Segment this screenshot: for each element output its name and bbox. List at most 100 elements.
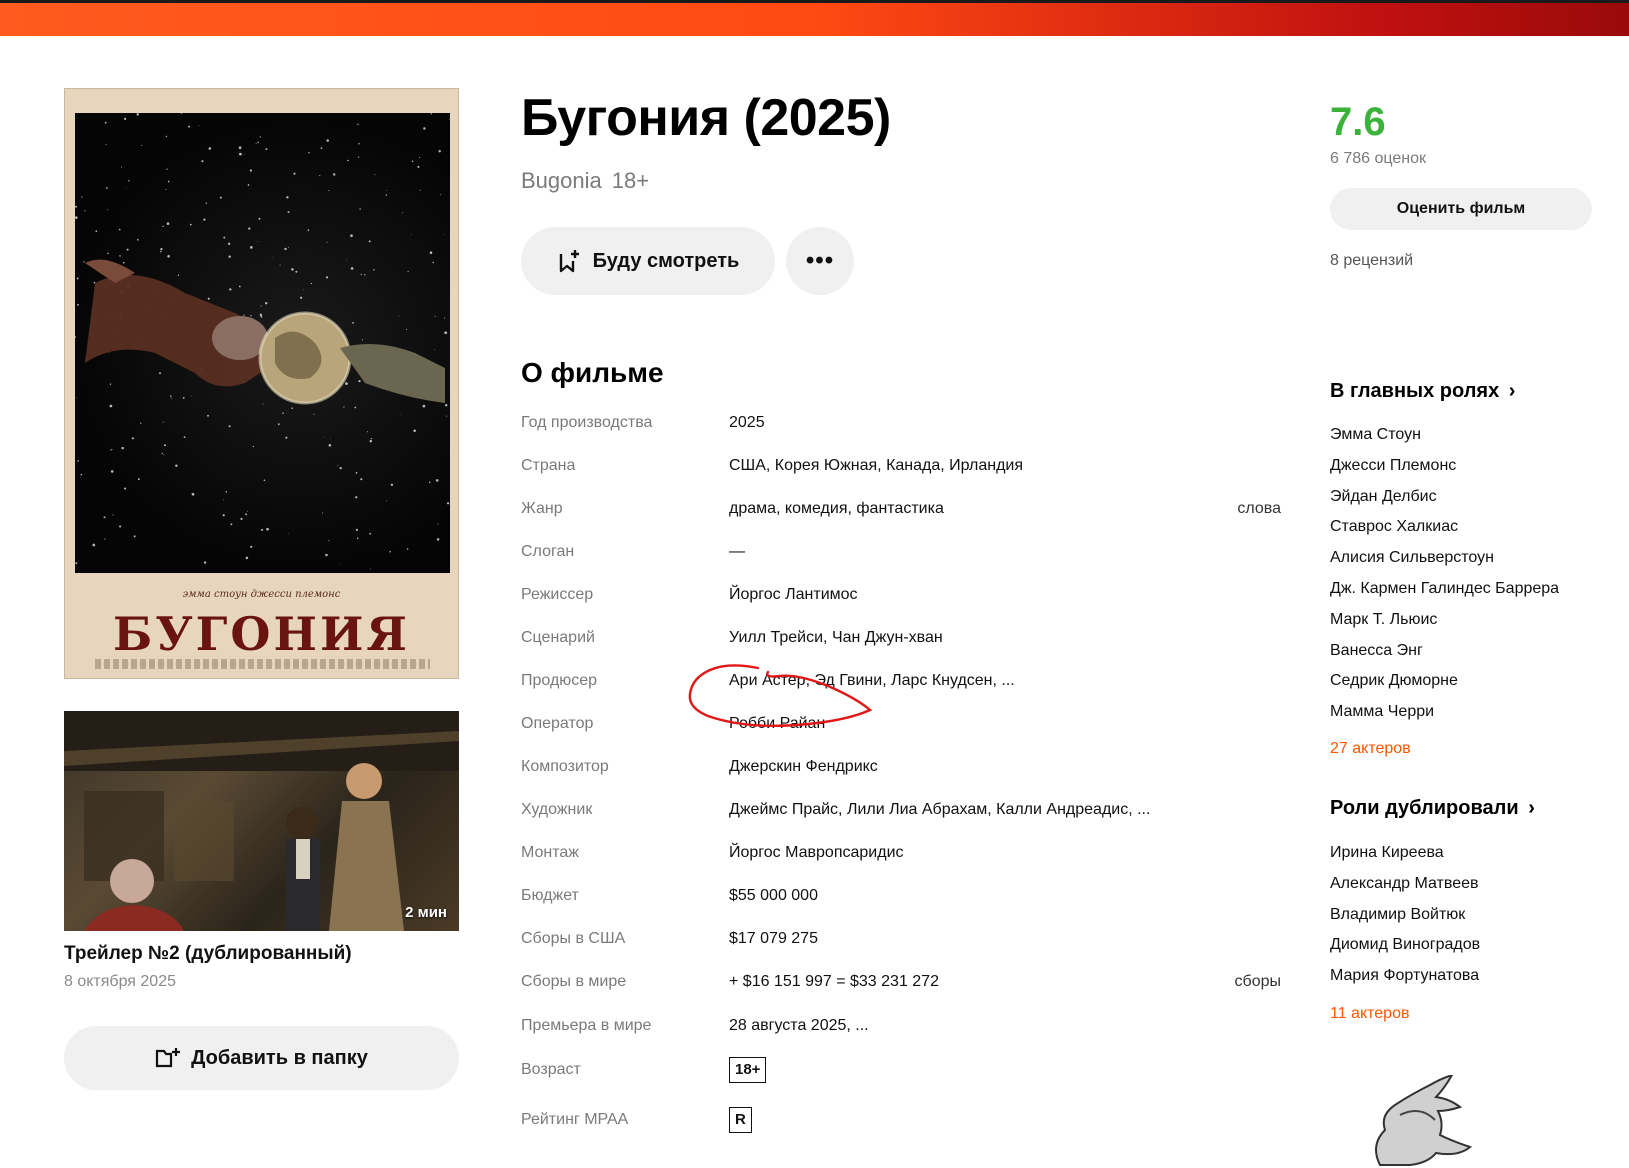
about-row-label: Монтаж — [521, 844, 579, 861]
age-badge: 18+ — [729, 1057, 767, 1083]
dubbing-heading[interactable]: Роли дублировали › — [1330, 797, 1535, 820]
cast-member-link[interactable]: Дж. Кармен Галиндес Баррера — [1330, 580, 1559, 598]
about-row-value: 28 августа 2025, ... — [729, 1017, 869, 1034]
about-row-value: 18+ — [729, 1057, 767, 1083]
about-row: Бюджет $55 000 000 — [521, 887, 1281, 917]
about-row: Композитор Джерскин Фендрикс — [521, 758, 1281, 788]
about-row-label: Жанр — [521, 500, 563, 517]
original-title: Bugonia — [521, 168, 602, 193]
chevron-right-icon: › — [1528, 797, 1535, 819]
cast-member-link[interactable]: Джесси Племонс — [1330, 457, 1456, 475]
watch-later-label: Буду смотреть — [592, 249, 740, 272]
about-row-value: — — [729, 543, 745, 560]
about-row: Возраст 18+ — [521, 1057, 1281, 1091]
venice-lion-award-icon — [1375, 1075, 1473, 1166]
about-row-label: Композитор — [521, 758, 609, 775]
about-row-value[interactable]: США, Корея Южная, Канада, Ирландия — [729, 457, 1023, 475]
poster-fine-print — [95, 659, 430, 669]
about-row: Монтаж Йоргос Мавропсаридис — [521, 844, 1281, 874]
dubbing-actor-link[interactable]: Ирина Киреева — [1330, 844, 1444, 862]
cast-member-link[interactable]: Марк Т. Льюис — [1330, 611, 1437, 629]
about-row-label: Слоган — [521, 543, 575, 560]
about-row-label: Оператор — [521, 715, 594, 732]
votes-count: 6 786 оценок — [1330, 150, 1426, 167]
about-row-label: Режиссер — [521, 586, 594, 603]
cast-member-link[interactable]: Седрик Дюморне — [1330, 672, 1458, 690]
cast-member-link[interactable]: Эйдан Делбис — [1330, 488, 1437, 506]
trailer-scene — [64, 711, 459, 931]
add-to-folder-button[interactable]: Добавить в папку — [64, 1026, 459, 1090]
about-row-extra-link[interactable]: сборы — [1235, 973, 1281, 991]
cast-member-link[interactable]: Ванесса Энг — [1330, 642, 1423, 660]
more-options-button[interactable]: ••• — [786, 227, 854, 295]
rate-film-label: Оценить фильм — [1396, 200, 1526, 217]
rate-film-button[interactable]: Оценить фильм — [1330, 188, 1592, 230]
about-row: Рейтинг MPAA R — [521, 1107, 1281, 1141]
about-row: Сборы в США $17 079 275 — [521, 930, 1281, 960]
about-row: Слоган — — [521, 543, 1281, 573]
about-row-label: Сборы в США — [521, 930, 626, 947]
dubbing-actor-link[interactable]: Александр Матвеев — [1330, 875, 1479, 893]
about-row-extra-link[interactable]: слова — [1237, 500, 1281, 518]
cast-member-link[interactable]: Алисия Сильверстоун — [1330, 549, 1494, 567]
trailer-duration: 2 мин — [405, 904, 447, 921]
trailer-title[interactable]: Трейлер №2 (дублированный) — [64, 943, 352, 965]
about-row: Сценарий Уилл Трейси, Чан Джун-хван — [521, 629, 1281, 659]
about-row-value: R — [729, 1107, 752, 1133]
about-row-label: Год производства — [521, 414, 653, 431]
dubbing-count-link[interactable]: 11 актеров — [1330, 1005, 1409, 1023]
about-row-value: + $16 151 997 = $33 231 272 — [729, 973, 939, 990]
about-row-label: Сборы в мире — [521, 973, 627, 990]
poster-credits: эмма стоун джесси племонс — [182, 589, 341, 600]
cast-member-link[interactable]: Мамма Черри — [1330, 703, 1434, 721]
about-row: Премьера в мире 28 августа 2025, ... — [521, 1017, 1281, 1047]
trailer-date: 8 октября 2025 — [64, 973, 176, 990]
reviews-link[interactable]: 8 рецензий — [1330, 252, 1413, 270]
watch-later-button[interactable]: Буду смотреть — [521, 227, 775, 295]
film-subtitle: Bugonia 18+ — [521, 168, 649, 194]
film-poster[interactable]: эмма стоун джесси племонс БУГОНИЯ — [64, 88, 459, 679]
about-row-label: Бюджет — [521, 887, 579, 904]
about-row-value[interactable]: Уилл Трейси, Чан Джун-хван — [729, 629, 943, 647]
about-row-value[interactable]: Йоргос Лантимос — [729, 586, 858, 604]
about-row: Оператор Робби Райан — [521, 715, 1281, 745]
cast-member-link[interactable]: Ставрос Халкиас — [1330, 518, 1458, 536]
about-row-value[interactable]: Джеймс Прайс, Лили Лиа Абрахам, Калли Ан… — [729, 801, 1150, 819]
add-folder-icon — [156, 1048, 181, 1068]
chevron-right-icon: › — [1508, 380, 1516, 402]
poster-artwork — [75, 113, 450, 573]
about-row-value[interactable]: драма, комедия, фантастика — [729, 500, 944, 518]
about-row-label: Художник — [521, 801, 593, 818]
about-row-label: Продюсер — [521, 672, 598, 689]
about-row-value[interactable]: Робби Райан — [729, 715, 825, 733]
about-row-value: $17 079 275 — [729, 930, 818, 947]
cast-count-link[interactable]: 27 актеров — [1330, 740, 1411, 758]
about-row: Продюсер Ари Астер, Эд Гвини, Ларс Кнудсе… — [521, 672, 1281, 702]
about-row-value[interactable]: Йоргос Мавропсаридис — [729, 844, 904, 862]
about-row-label: Премьера в мире — [521, 1017, 652, 1034]
dubbing-actor-link[interactable]: Диомид Виноградов — [1330, 936, 1480, 954]
poster-starfield — [75, 113, 450, 570]
bookmark-add-icon — [559, 250, 579, 273]
dubbing-actor-link[interactable]: Мария Фортунатова — [1330, 967, 1479, 985]
about-row-value: 2025 — [729, 414, 765, 431]
add-to-folder-label: Добавить в папку — [191, 1046, 368, 1069]
about-row-label: Рейтинг MPAA — [521, 1111, 629, 1128]
cast-member-link[interactable]: Эмма Стоун — [1330, 426, 1421, 444]
trailer-thumbnail[interactable]: 2 мин — [64, 711, 459, 931]
top-header-bar — [0, 0, 1629, 36]
age-rating: 18+ — [611, 168, 650, 193]
more-dots-icon: ••• — [805, 247, 835, 274]
mpaa-badge: R — [729, 1107, 752, 1133]
dubbing-actor-link[interactable]: Владимир Войтюк — [1330, 906, 1465, 924]
about-row-value[interactable]: Ари Астер, Эд Гвини, Ларс Кнудсен, ... — [729, 672, 1015, 690]
about-row-label: Страна — [521, 457, 576, 474]
cast-heading[interactable]: В главных ролях › — [1330, 380, 1515, 403]
about-row: Режиссер Йоргос Лантимос — [521, 586, 1281, 616]
about-row: Жанр драма, комедия, фантастика слова — [521, 500, 1281, 530]
dubbing-heading-label: Роли дублировали — [1330, 797, 1519, 819]
about-row: Страна США, Корея Южная, Канада, Ирландия — [521, 457, 1281, 487]
about-row-value[interactable]: Джерскин Фендрикс — [729, 758, 878, 776]
about-row: Художник Джеймс Прайс, Лили Лиа Абрахам, … — [521, 801, 1281, 831]
cast-heading-label: В главных ролях — [1330, 380, 1500, 402]
